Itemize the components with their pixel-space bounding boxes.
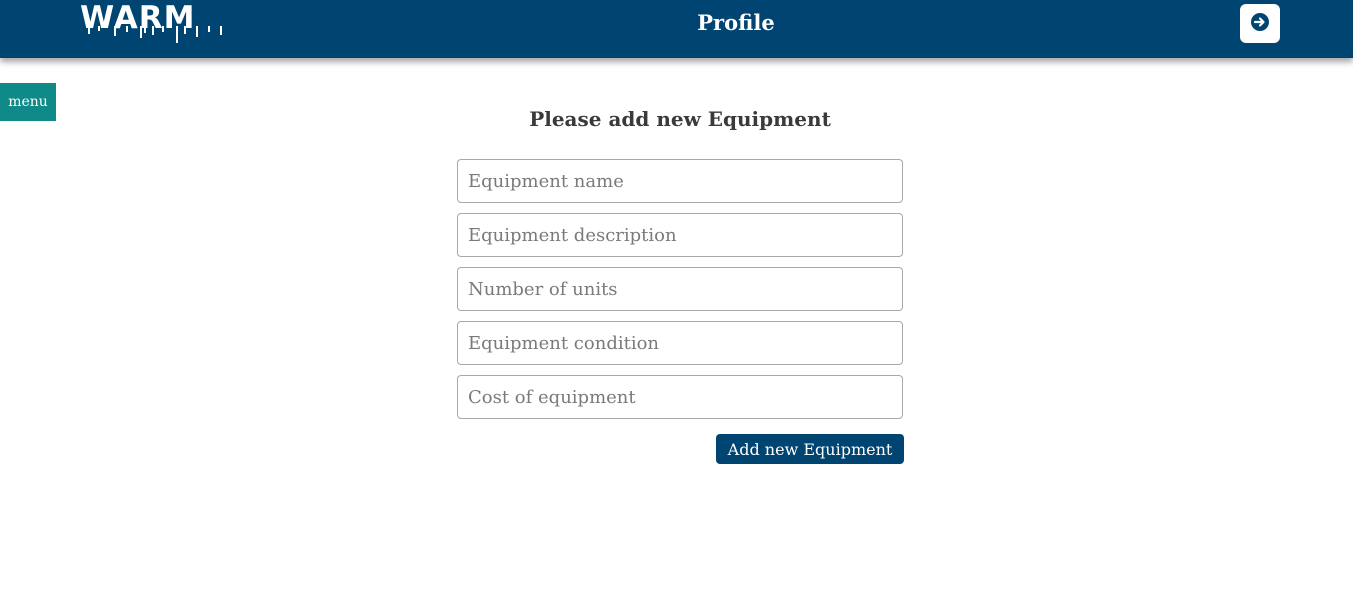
number-of-units-input[interactable] [457, 267, 903, 311]
svg-text:WARM: WARM [80, 2, 196, 36]
form-heading: Please add new Equipment [529, 107, 831, 131]
menu-button[interactable]: menu [0, 83, 56, 121]
cost-of-equipment-input[interactable] [457, 375, 903, 419]
equipment-condition-input[interactable] [457, 321, 903, 365]
warm-logo[interactable]: WARM [80, 2, 232, 46]
logout-button[interactable] [1240, 4, 1280, 43]
arrow-right-circle-icon [1250, 12, 1270, 35]
equipment-description-input[interactable] [457, 213, 903, 257]
add-new-equipment-button[interactable]: Add new Equipment [716, 434, 904, 464]
top-navigation-bar: WARM Profile [0, 0, 1353, 58]
equipment-name-input[interactable] [457, 159, 903, 203]
